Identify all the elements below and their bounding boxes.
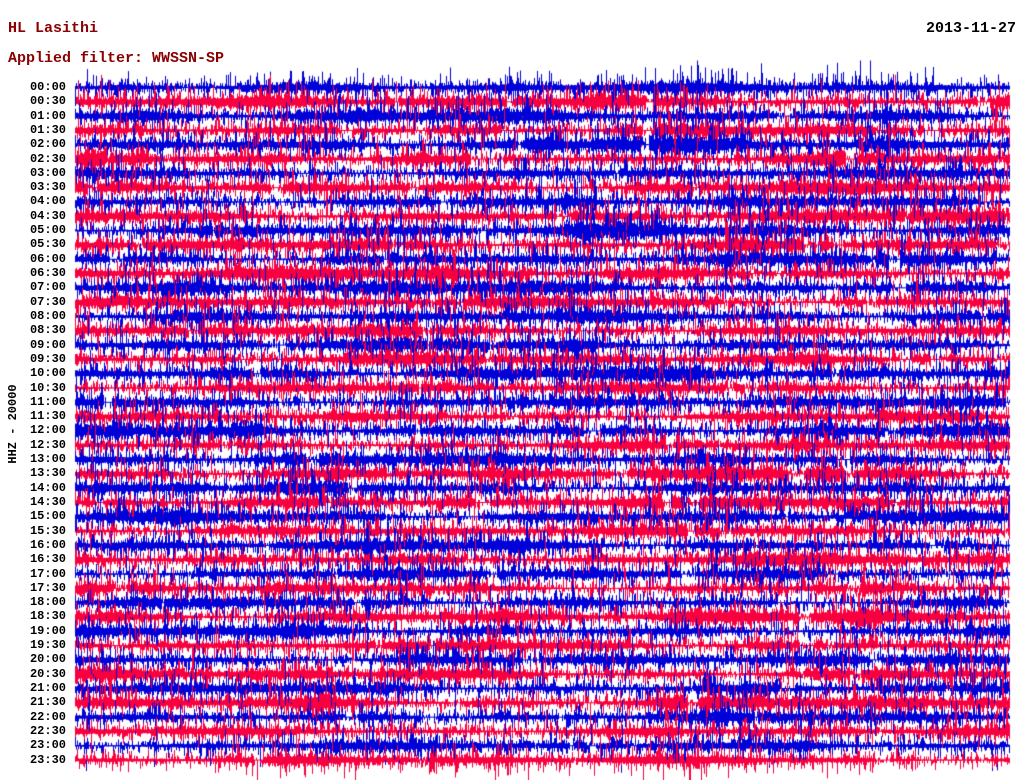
time-label: 02:30 (29, 151, 66, 166)
time-label: 01:30 (29, 122, 66, 137)
time-label: 00:00 (29, 80, 66, 94)
time-label: 22:00 (29, 709, 66, 724)
time-label: 00:30 (29, 94, 66, 109)
time-label: 14:30 (29, 494, 66, 509)
time-label: 07:30 (29, 294, 66, 309)
time-label: 18:30 (29, 609, 66, 624)
time-label: 23:00 (29, 738, 66, 753)
time-label: 10:00 (29, 366, 66, 381)
time-label: 06:00 (29, 251, 66, 266)
time-label: 22:30 (29, 723, 66, 738)
time-label: 17:30 (29, 580, 66, 595)
time-label: 09:00 (29, 337, 66, 352)
time-label: 03:00 (29, 165, 66, 180)
time-label: 16:00 (29, 537, 66, 552)
time-label: 21:30 (29, 695, 66, 710)
time-label: 05:30 (29, 237, 66, 252)
time-label: 04:00 (29, 194, 66, 209)
time-label: 04:30 (29, 208, 66, 223)
time-label: 19:00 (29, 623, 66, 638)
time-label: 11:00 (29, 394, 66, 409)
time-label: 14:00 (29, 480, 66, 495)
time-label: 01:00 (29, 108, 66, 123)
time-axis: 00:00 00:30 01:00 01:30 02:00 02:30 03:00 03:30… (0, 0, 66, 780)
time-label: 08:30 (29, 323, 66, 338)
time-label: 21:00 (29, 681, 66, 696)
time-label: 12:30 (29, 437, 66, 452)
time-label: 19:30 (29, 638, 66, 653)
time-label: 06:30 (29, 266, 66, 281)
time-label: 15:00 (29, 509, 66, 524)
time-label: 11:30 (29, 409, 66, 424)
time-label: 10:30 (29, 380, 66, 395)
time-label: 23:30 (29, 752, 66, 767)
time-label: 07:00 (29, 280, 66, 295)
seismogram-traces (0, 0, 1024, 780)
date-label: 2013-11-27 (925, 20, 1016, 37)
time-label: 09:30 (29, 351, 66, 366)
time-label: 18:00 (29, 595, 66, 610)
time-label: 13:00 (29, 452, 66, 467)
time-label: 13:30 (29, 466, 66, 481)
time-label: 16:30 (29, 552, 66, 567)
helicorder-page: HL Lasithi 2013-11-27 Applied filter: WW… (0, 0, 1024, 780)
time-label: 03:30 (29, 180, 66, 195)
time-label: 02:00 (29, 137, 66, 152)
time-label: 17:00 (29, 566, 66, 581)
time-label: 05:00 (29, 223, 66, 238)
time-label: 20:30 (29, 666, 66, 681)
time-label: 08:00 (29, 308, 66, 323)
time-label: 20:00 (29, 652, 66, 667)
time-label: 15:30 (29, 523, 66, 538)
time-label: 12:00 (29, 423, 66, 438)
